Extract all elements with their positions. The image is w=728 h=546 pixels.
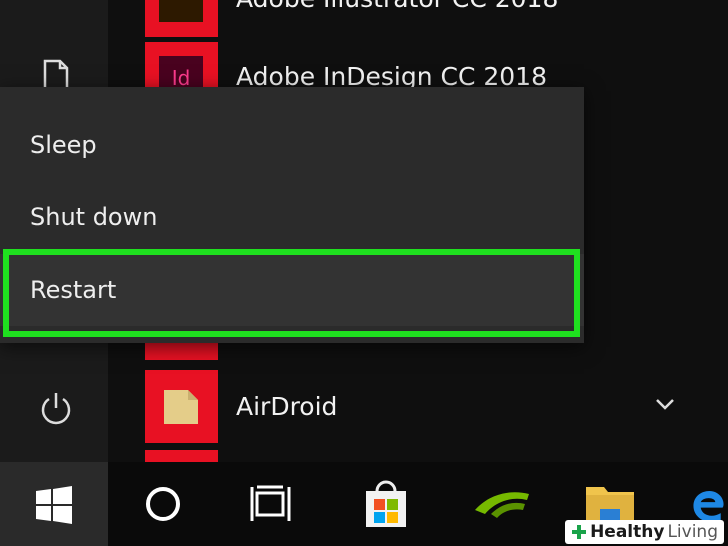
app-name-illustrator[interactable]: Adobe Illustrator CC 2018 xyxy=(236,0,558,13)
healthy-living-watermark: Healthy Living xyxy=(565,520,724,544)
power-icon[interactable] xyxy=(38,390,74,426)
restart-highlight-box xyxy=(3,249,580,337)
partial-app-tile xyxy=(145,450,218,462)
windows-start-icon xyxy=(36,486,72,524)
task-view-icon[interactable] xyxy=(237,470,305,538)
illustrator-tile[interactable] xyxy=(145,0,218,37)
shut-down-label: Shut down xyxy=(30,203,158,231)
app-name-airdroid[interactable]: AirDroid xyxy=(236,392,337,421)
sleep-label: Sleep xyxy=(30,131,97,159)
nvidia-icon[interactable] xyxy=(466,470,538,538)
watermark-brand: Healthy xyxy=(590,522,665,542)
airdroid-icon xyxy=(164,390,198,424)
chevron-down-icon[interactable] xyxy=(652,394,678,418)
plus-icon xyxy=(572,525,587,539)
airdroid-tile[interactable] xyxy=(145,370,218,443)
shut-down-option[interactable]: Shut down xyxy=(0,181,584,253)
cortana-icon[interactable] xyxy=(129,470,197,538)
start-button[interactable] xyxy=(0,462,108,546)
sleep-option[interactable]: Sleep xyxy=(0,109,584,181)
watermark-suffix: Living xyxy=(667,522,718,542)
store-icon[interactable] xyxy=(352,470,420,538)
hidden-app-tile xyxy=(145,340,218,360)
